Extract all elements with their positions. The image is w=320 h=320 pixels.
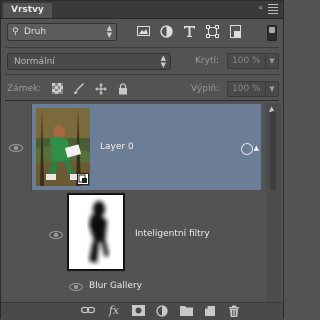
- smart-filters-label[interactable]: Inteligentní filtry: [135, 229, 210, 239]
- divider: [5, 47, 279, 48]
- eye-icon[interactable]: [49, 231, 63, 239]
- smart-object-badge-icon: [77, 173, 89, 185]
- blend-mode-select[interactable]: Normální ▲ ▼: [7, 53, 171, 70]
- opacity-field[interactable]: 100 % ▼: [227, 53, 279, 69]
- visibility-cell[interactable]: [1, 191, 63, 279]
- eye-icon[interactable]: [69, 283, 83, 291]
- expand-arrow-icon[interactable]: ▲: [254, 144, 259, 152]
- filter-kind-select[interactable]: ⚲ Druh ▲ ▼: [7, 23, 117, 41]
- lock-label: Zámek:: [7, 84, 42, 94]
- opacity-label: Krytí:: [195, 56, 219, 66]
- blend-mode-value: Normální: [14, 57, 55, 67]
- lock-transparency-icon[interactable]: [51, 83, 63, 95]
- lock-pixels-icon[interactable]: [73, 83, 85, 95]
- layer-thumbnail[interactable]: [36, 108, 90, 186]
- smart-filter-badge-icon[interactable]: [241, 143, 253, 155]
- chevron-down-icon[interactable]: ▼: [265, 82, 278, 96]
- stepper-arrows-icon: ▲ ▼: [106, 24, 112, 39]
- eye-icon[interactable]: [9, 144, 23, 152]
- adjustment-filter-icon[interactable]: [160, 25, 174, 39]
- opacity-value: 100 %: [232, 56, 261, 66]
- image-filter-icon[interactable]: [137, 25, 151, 39]
- chevron-down-icon[interactable]: ▼: [265, 54, 278, 68]
- filter-name[interactable]: Blur Gallery: [89, 281, 142, 291]
- fill-label: Výplň:: [191, 84, 220, 94]
- fill-field[interactable]: 100 % ▼: [227, 81, 279, 97]
- filter-mask-thumbnail[interactable]: [67, 193, 125, 271]
- double-chevron-left-icon[interactable]: «: [258, 3, 263, 12]
- stepper-arrows-icon: ▲ ▼: [160, 54, 166, 69]
- trash-icon[interactable]: [227, 305, 241, 317]
- fx-icon[interactable]: fx: [107, 305, 121, 317]
- layer-name[interactable]: Layer 0: [100, 142, 134, 152]
- panel-menu-icon[interactable]: [267, 2, 279, 14]
- smart-filter-mask-row[interactable]: Inteligentní filtry: [1, 191, 283, 279]
- visibility-cell[interactable]: [1, 104, 32, 190]
- layers-panel: Vrstvy « ⚲ Druh ▲ ▼ Normální ▲ ▼ Krytí: …: [0, 0, 284, 320]
- lock-all-icon[interactable]: [117, 83, 129, 95]
- layers-scrollbar[interactable]: ▲: [266, 103, 281, 303]
- scrollbar-thumb[interactable]: [270, 111, 276, 191]
- panel-tab-bar: Vrstvy «: [1, 1, 283, 19]
- search-icon: ⚲: [12, 27, 19, 37]
- layer-mask-icon[interactable]: [131, 305, 145, 317]
- layers-bottom-toolbar: fx: [1, 302, 283, 320]
- shape-filter-icon[interactable]: [206, 25, 220, 39]
- type-filter-icon[interactable]: [183, 25, 197, 39]
- lock-position-icon[interactable]: [95, 83, 107, 95]
- filter-toggle-switch[interactable]: [267, 25, 277, 41]
- layers-list: Layer 0 ▲ Inteligentní filtry Blur Galle…: [1, 101, 283, 301]
- fill-value: 100 %: [232, 84, 261, 94]
- link-layers-icon[interactable]: [80, 305, 96, 317]
- new-layer-icon[interactable]: [203, 305, 217, 317]
- smart-object-filter-icon[interactable]: [229, 25, 243, 39]
- adjustment-layer-icon[interactable]: [155, 305, 169, 317]
- layer-row[interactable]: Layer 0 ▲: [1, 104, 283, 190]
- divider: [5, 74, 279, 75]
- tab-layers[interactable]: Vrstvy: [3, 3, 52, 18]
- layer-filter-row: ⚲ Druh ▲ ▼: [1, 21, 283, 45]
- new-group-icon[interactable]: [179, 305, 193, 317]
- filter-item-row[interactable]: Blur Gallery: [1, 279, 283, 295]
- layer-selected-background[interactable]: Layer 0 ▲: [32, 104, 261, 190]
